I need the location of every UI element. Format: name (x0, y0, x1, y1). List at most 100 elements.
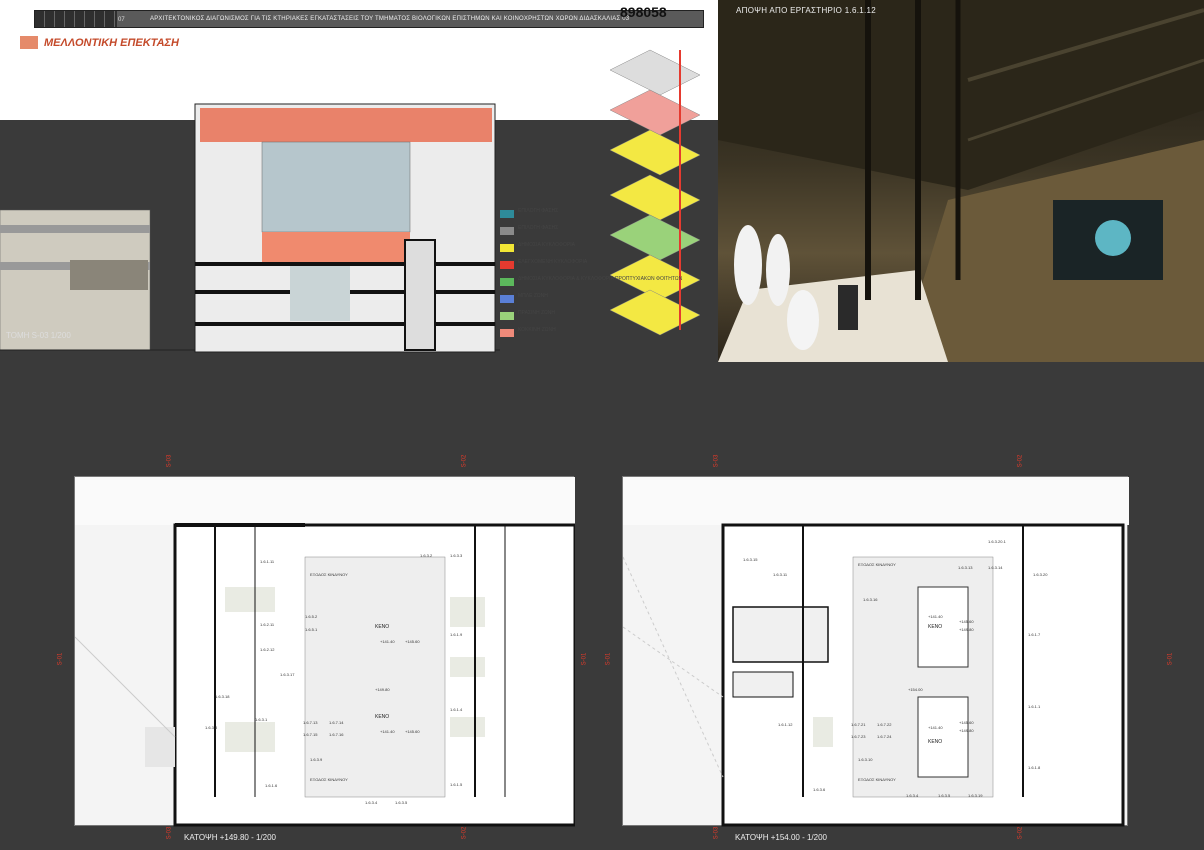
exploded-axonometric (609, 49, 701, 336)
section-marker: S-01 (57, 652, 64, 666)
room-label: 1.6.3.14 (988, 565, 1003, 570)
render-title: ΑΠΟΨΗ ΑΠΟ ΕΡΓΑΣΤΗΡΙΟ 1.6.1.12 (736, 6, 877, 15)
level-label: +141.40 (380, 639, 395, 644)
room-label: 1.6.3.20.1 (988, 539, 1006, 544)
room-label: 1.6.7.21 (851, 722, 866, 727)
room-label: 1.6.3.2 (420, 553, 433, 558)
legend-swatch (500, 278, 514, 286)
room-label: 1.6.7.16 (329, 732, 344, 737)
void-label: ΚΕΝΟ (928, 624, 943, 630)
room-label: 1.6.7.23 (851, 734, 866, 739)
room-label: 1.6.1.7 (1028, 632, 1041, 637)
room-label: 1.6.5.1 (305, 627, 318, 632)
left-building (0, 209, 151, 351)
room-label: 1.6.3.8 (205, 725, 218, 730)
floor-plan-1-caption: ΚΑΤΟΨΗ +149.80 - 1/200 (184, 833, 276, 842)
legend-swatch (500, 329, 514, 337)
exit-label: ΕΞΟΔΟΣ ΚΙΝΔΥΝΟΥ (858, 562, 896, 567)
legend-label: ΜΠΛΕ ΖΩΝΗ (518, 293, 548, 299)
legend-label: ΕΛΕΓΧΟΜΕΝΗ ΚΥΚΛΟΦΟΡΙΑ (518, 259, 588, 265)
level-label: +141.40 (380, 729, 395, 734)
level-label: +149.80 (375, 687, 390, 692)
floor-plan-2-caption: ΚΑΤΟΨΗ +154.00 - 1/200 (735, 833, 827, 842)
room-label: 1.6.3.6 (813, 787, 826, 792)
future-extension-swatch (20, 36, 38, 49)
section-drawing (0, 103, 500, 353)
future-extension-roof (200, 108, 492, 142)
level-label: +145.60 (405, 639, 420, 644)
room-label: 1.6.3.5 (938, 793, 951, 798)
room-label: 1.6.3.1 (255, 717, 268, 722)
section-marker: S-02 (1017, 454, 1024, 468)
legend-label: ΕΠΙΛΟΓΗ ΦΑΣΗΣ (518, 208, 559, 214)
floor-plan-2: ΚΕΝΟ ΚΕΝΟ +141.40 +145.60 +149.80 +154.0… (622, 476, 1129, 827)
competition-title: ΑΡΧΙΤΕΚΤΟΝΙΚΟΣ ΔΙΑΓΩΝΙΣΜΟΣ ΓΙΑ ΤΙΣ ΚΤΗΡΙ… (150, 16, 630, 22)
room-label: 1.6.3.18 (215, 694, 230, 699)
level-label: +145.60 (959, 619, 974, 624)
room-label: 1.6.3.4 (906, 793, 919, 798)
floor-plan-2-drawing (622, 477, 1129, 827)
room-label: 1.6.1.11 (260, 559, 275, 564)
legend-label: ΠΡΑΣΙΝΗ ΖΩΝΗ (518, 310, 556, 316)
render-image (718, 0, 1204, 362)
future-extension-label: ΜΕΛΛΟΝΤΙΚΗ ΕΠΕΚΤΑΣΗ (44, 37, 179, 49)
section-marker: S-01 (581, 652, 588, 666)
legend-swatch (500, 312, 514, 320)
room-label: 1.6.1.9 (450, 632, 463, 637)
entry-number: 898058 (620, 4, 667, 20)
section-marker: S-03 (166, 454, 173, 468)
legend-swatch (500, 210, 514, 218)
room-label: 1.6.2.11 (260, 622, 275, 627)
room-label: 1.6.3.10 (858, 757, 873, 762)
exit-label: ΕΞΟΔΟΣ ΚΙΝΔΥΝΟΥ (858, 777, 896, 782)
section-caption: ΤΟΜΗ S-03 1/200 (6, 331, 71, 340)
interior-render (718, 0, 1204, 362)
section-marker: S-01 (1167, 652, 1174, 666)
level-label: +141.40 (928, 614, 943, 619)
room-label: 1.6.7.13 (303, 720, 318, 725)
room-label: 1.6.7.14 (329, 720, 344, 725)
room-label: 1.6.1.12 (778, 722, 793, 727)
room-label: 1.6.3.17 (280, 672, 295, 677)
exit-label: ΕΞΟΔΟΣ ΚΙΝΔΥΝΟΥ (310, 572, 348, 577)
legend-swatch (500, 227, 514, 235)
legend-label: ΕΠΙΛΟΓΗ ΦΑΣΗΣ (518, 225, 559, 231)
room-label: 1.6.7.24 (877, 734, 892, 739)
section-marker: S-02 (461, 454, 468, 468)
legend-label: ΔΗΜΟΣΙΑ ΚΥΚΛΟΦΟΡΙΑ & ΚΥΚΛΟΦΟΡΙΑ ΠΡΟΠΤΥΧΙ… (518, 276, 683, 282)
room-label: 1.6.7.15 (303, 732, 318, 737)
legend-swatch (500, 261, 514, 269)
room-label: 1.6.3.5 (395, 800, 408, 805)
room-label: 1.6.3.15 (743, 557, 758, 562)
room-label: 1.6.3.16 (863, 597, 878, 602)
room-label: 1.6.1.1 (1028, 704, 1041, 709)
room-label: 1.6.2.12 (260, 647, 275, 652)
legend-swatch (500, 295, 514, 303)
room-label: 1.6.1.6 (265, 783, 278, 788)
room-label: 1.6.3.20 (1033, 572, 1048, 577)
header-pattern (35, 11, 117, 27)
room-label: 1.6.1.4 (450, 707, 463, 712)
presentation-board: 07 ΑΡΧΙΤΕΚΤΟΝΙΚΟΣ ΔΙΑΓΩΝΙΣΜΟΣ ΓΙΑ ΤΙΣ ΚΤ… (0, 0, 1204, 850)
room-label: 1.6.3.13 (958, 565, 973, 570)
room-label: 1.6.3.4 (365, 800, 378, 805)
section-marker: S-02 (1017, 826, 1024, 840)
floor-plan-1: ΚΕΝΟ ΚΕΝΟ +141.40 +145.60 +149.80 +141.4… (74, 476, 577, 827)
legend-label: ΚΟΚΚΙΝΗ ΖΩΝΗ (518, 327, 556, 333)
room-label: 1.6.1.5 (450, 782, 463, 787)
main-building (194, 103, 496, 353)
section-marker: S-01 (605, 652, 612, 666)
level-label: +149.80 (959, 627, 974, 632)
void-label: ΚΕΝΟ (928, 739, 943, 745)
void-label: ΚΕΝΟ (375, 624, 390, 630)
room-label: 1.6.3.11 (773, 572, 788, 577)
section-marker: S-02 (461, 826, 468, 840)
room-label: 1.6.7.22 (877, 722, 892, 727)
section-marker: S-03 (713, 826, 720, 840)
legend-label: ΔΗΜΟΣΙΑ ΚΥΚΛΟΦΟΡΙΑ (518, 242, 575, 248)
level-label: +154.00 (908, 687, 923, 692)
section-marker: S-03 (713, 454, 720, 468)
level-label: +149.80 (959, 728, 974, 733)
page-number: 07 (118, 17, 125, 23)
room-label: 1.6.3.9 (310, 757, 323, 762)
